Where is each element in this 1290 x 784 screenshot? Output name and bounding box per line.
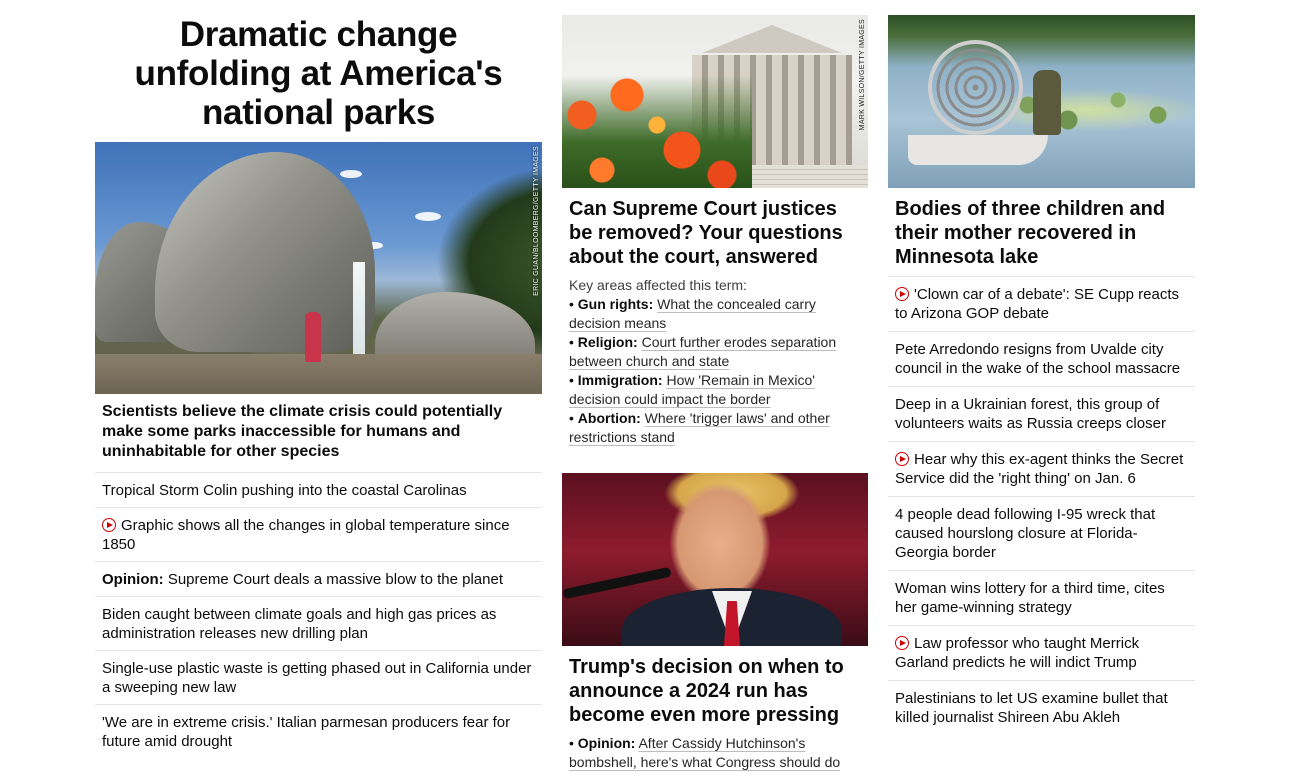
opinion-label: Opinion: — [102, 571, 164, 588]
play-icon — [895, 636, 909, 650]
list-item[interactable]: Hear why this ex-agent thinks the Secret… — [888, 441, 1195, 496]
trump-image[interactable] — [562, 473, 868, 646]
lake-headline[interactable]: Bodies of three children and their mothe… — [888, 188, 1195, 276]
middle-column: MARK WILSON/GETTY IMAGES Can Supreme Cou… — [562, 15, 868, 772]
play-icon — [895, 452, 909, 466]
list-item[interactable]: Biden caught between climate goals and h… — [95, 596, 542, 650]
court-headline[interactable]: Can Supreme Court justices be removed? Y… — [562, 188, 868, 276]
lead-headline[interactable]: Dramatic change unfolding at America's n… — [95, 15, 542, 132]
list-item[interactable]: Opinion: Supreme Court deals a massive b… — [95, 561, 542, 596]
supreme-court-image[interactable]: MARK WILSON/GETTY IMAGES — [562, 15, 868, 188]
lead-image[interactable]: ERIC GUAN/BLOOMBERG/GETTY IMAGES — [95, 142, 542, 394]
right-related-list: 'Clown car of a debate': SE Cupp reacts … — [888, 276, 1195, 735]
list-item[interactable]: 'We are in extreme crisis.' Italian parm… — [95, 704, 542, 758]
image-credit: ERIC GUAN/BLOOMBERG/GETTY IMAGES — [533, 146, 540, 296]
list-item[interactable]: Palestinians to let US examine bullet th… — [888, 680, 1195, 735]
trump-bullets: • Opinion: After Cassidy Hutchinson's bo… — [562, 734, 868, 772]
right-column: Bodies of three children and their mothe… — [888, 15, 1195, 735]
bullet-item[interactable]: • Gun rights: What the concealed carry d… — [569, 295, 861, 333]
list-item[interactable]: Graphic shows all the changes in global … — [95, 507, 542, 561]
trump-headline[interactable]: Trump's decision on when to announce a 2… — [562, 646, 868, 734]
list-item[interactable]: Woman wins lottery for a third time, cit… — [888, 570, 1195, 625]
list-item[interactable]: Single-use plastic waste is getting phas… — [95, 650, 542, 704]
list-item[interactable]: Tropical Storm Colin pushing into the co… — [95, 472, 542, 507]
bullets-intro: Key areas affected this term: — [569, 277, 747, 293]
minnesota-lake-image[interactable] — [888, 15, 1195, 188]
bullet-item[interactable]: • Immigration: How 'Remain in Mexico' de… — [569, 371, 861, 409]
bullet-item[interactable]: • Abortion: Where 'trigger laws' and oth… — [569, 409, 861, 447]
lead-related-list: Tropical Storm Colin pushing into the co… — [95, 472, 542, 758]
image-credit: MARK WILSON/GETTY IMAGES — [859, 19, 866, 131]
list-item[interactable]: 4 people dead following I-95 wreck that … — [888, 496, 1195, 570]
court-bullets: Key areas affected this term: • Gun righ… — [562, 276, 868, 447]
bullet-item[interactable]: • Opinion: After Cassidy Hutchinson's bo… — [569, 734, 861, 772]
list-item[interactable]: 'Clown car of a debate': SE Cupp reacts … — [888, 276, 1195, 331]
lead-story: Dramatic change unfolding at America's n… — [95, 15, 542, 758]
list-item[interactable]: Deep in a Ukrainian forest, this group o… — [888, 386, 1195, 441]
play-icon — [895, 287, 909, 301]
list-item[interactable]: Law professor who taught Merrick Garland… — [888, 625, 1195, 680]
lead-subheadline[interactable]: Scientists believe the climate crisis co… — [95, 394, 542, 472]
bullet-item[interactable]: • Religion: Court further erodes separat… — [569, 333, 861, 371]
play-icon — [102, 518, 116, 532]
list-item[interactable]: Pete Arredondo resigns from Uvalde city … — [888, 331, 1195, 386]
